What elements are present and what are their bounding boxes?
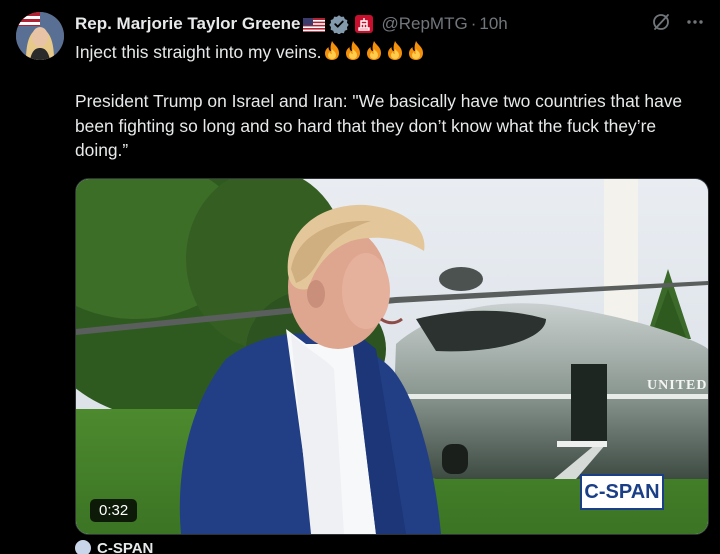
cspan-logo: C-SPAN: [580, 474, 664, 510]
tweet-quote-line: President Trump on Israel and Iran: "We …: [75, 91, 683, 160]
quoted-tweet-header[interactable]: C-SPAN: [75, 540, 153, 554]
author-display-name[interactable]: Rep. Marjorie Taylor Greene: [75, 14, 300, 34]
tweet-timestamp[interactable]: 10h: [479, 14, 507, 34]
grok-icon[interactable]: [650, 11, 672, 33]
verified-badge-icon[interactable]: [329, 14, 350, 35]
fire-emoji-icon: [385, 40, 405, 61]
video-duration: 0:32: [90, 499, 138, 522]
quoted-author-name: C-SPAN: [97, 540, 154, 554]
tweet-text: Inject this straight into my veins. Pres…: [75, 40, 705, 163]
tweet-header: Rep. Marjorie Taylor Greene @RepMTG · 10…: [75, 12, 508, 36]
fire-emoji-icon: [364, 40, 384, 61]
quoted-avatar: [75, 540, 91, 554]
tweet-actions: [650, 11, 706, 33]
fire-emoji-icon: [322, 40, 342, 61]
header-separator: ·: [470, 14, 477, 33]
author-handle[interactable]: @RepMTG: [381, 14, 467, 34]
fire-emoji-icon: [343, 40, 363, 61]
avatar-image: [16, 12, 64, 60]
affiliate-badge-icon[interactable]: [355, 15, 374, 33]
us-flag-icon: [303, 17, 326, 32]
helicopter-text: UNITED: [647, 378, 707, 393]
video-player[interactable]: UNITED 0:32 C-SPAN: [75, 178, 709, 535]
fire-emoji-icon: [406, 40, 426, 61]
more-horizontal-icon[interactable]: [684, 11, 706, 33]
tweet-line-1: Inject this straight into my veins.: [75, 40, 705, 65]
tweet-line-1-text: Inject this straight into my veins.: [75, 42, 322, 62]
profile-avatar[interactable]: [16, 12, 64, 60]
